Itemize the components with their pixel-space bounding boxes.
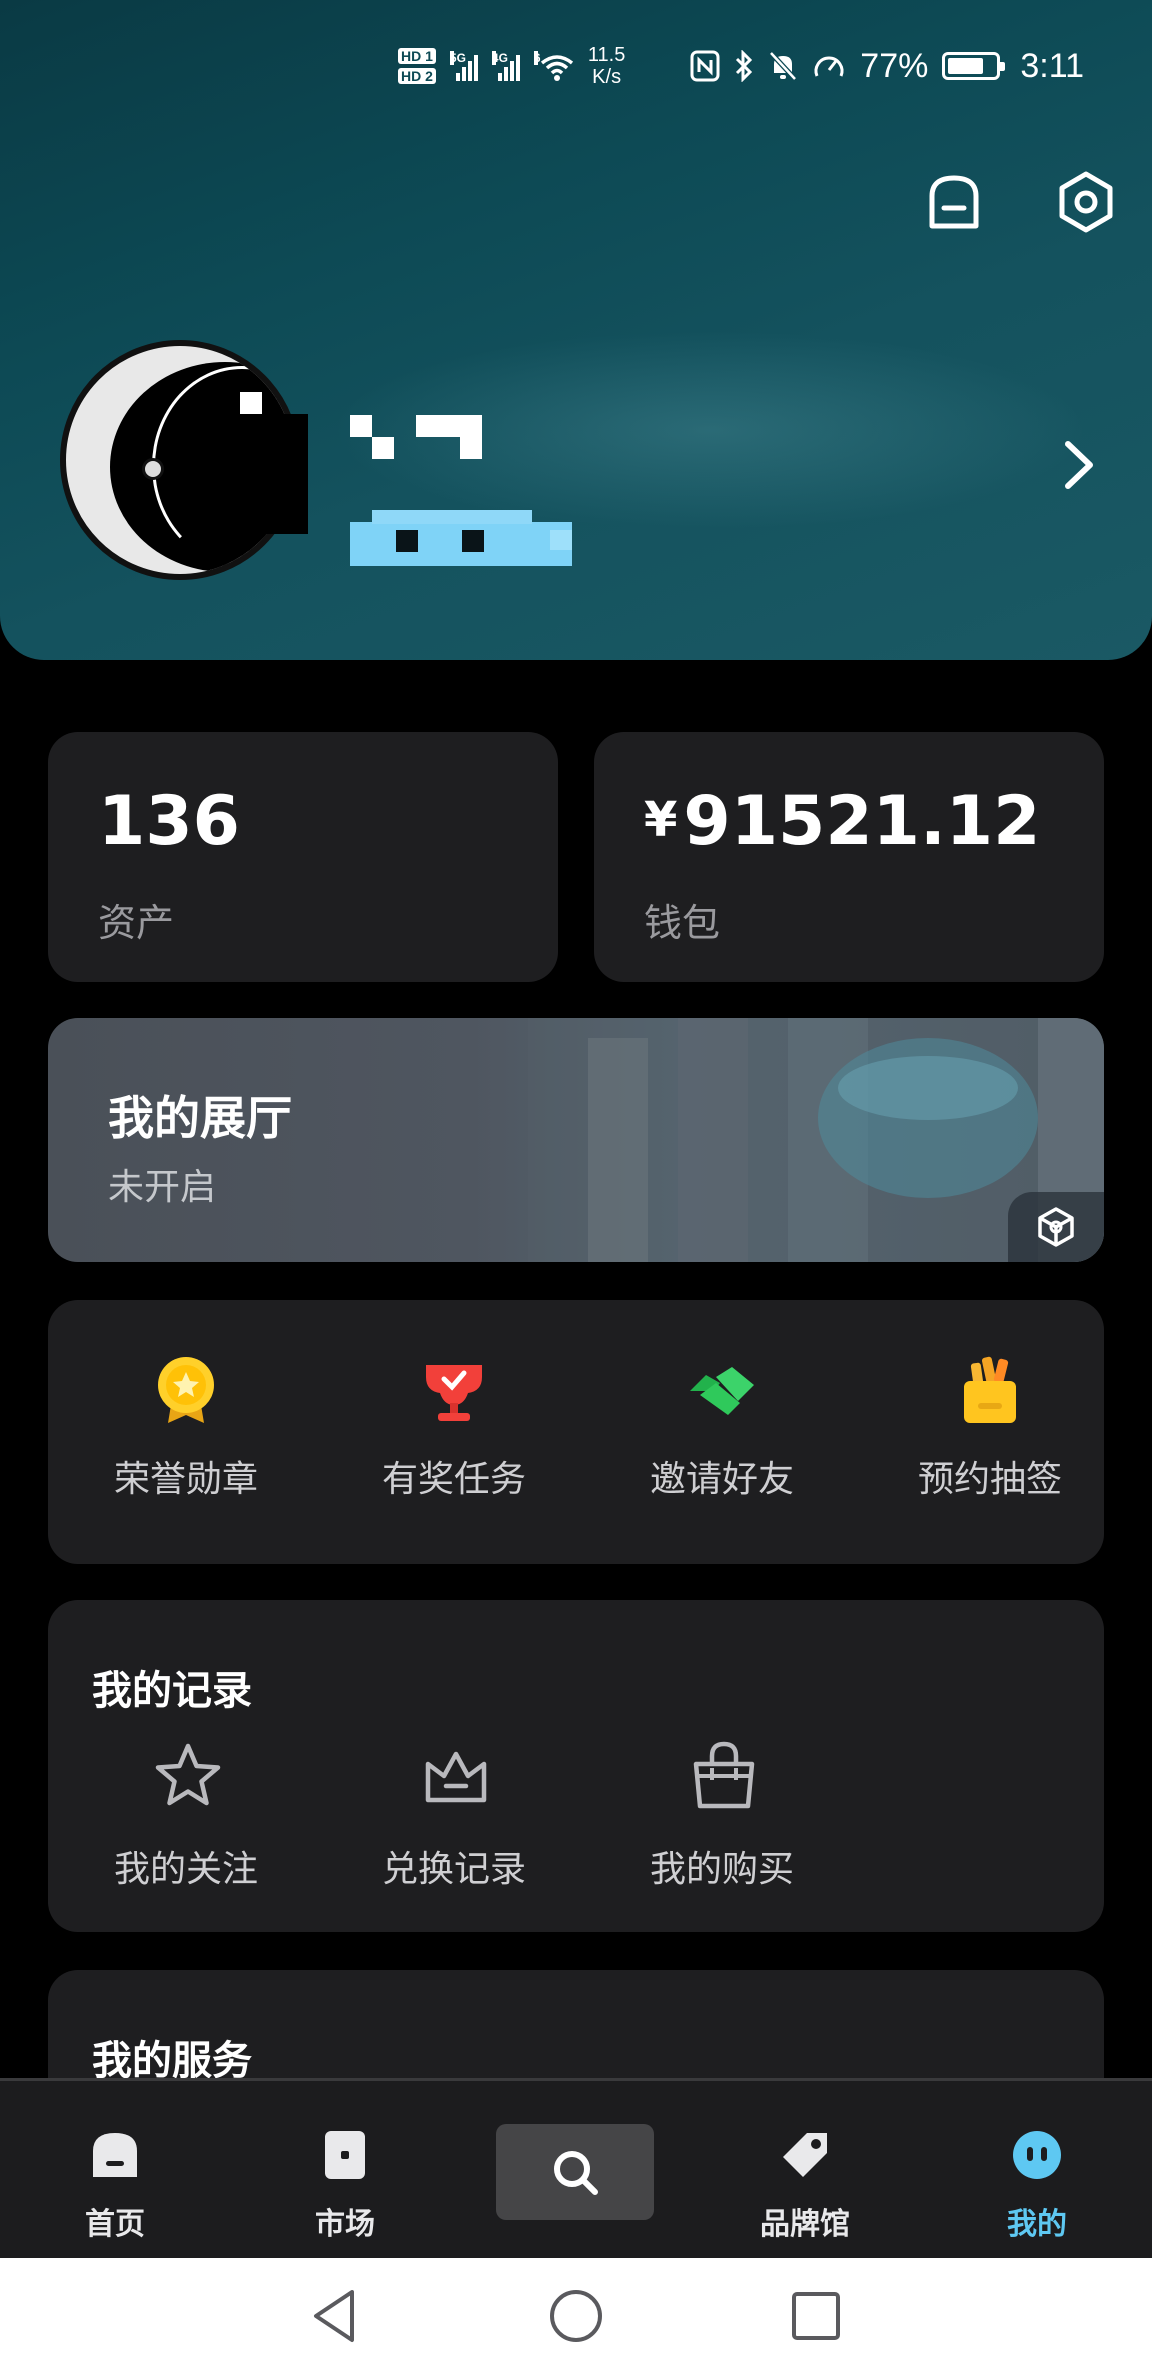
signal-5g-icon: 5G — [449, 51, 478, 81]
market-icon — [325, 2131, 365, 2179]
status-bar: HD 1 HD 2 5G 4G 6 11.5 K/s 77% 3:11 — [0, 36, 1152, 96]
gallery-status: 未开启 — [108, 1167, 217, 1208]
trophy-icon — [426, 1365, 482, 1421]
inbox-icon[interactable] — [922, 170, 986, 234]
quick-action-tasks-label: 有奖任务 — [381, 1459, 526, 1500]
quick-actions-card: 荣誉勋章 有奖任务 邀请好友 预约抽签 — [48, 1300, 1104, 1564]
wifi-icon: 6 — [533, 51, 574, 81]
username-redacted — [350, 415, 505, 465]
recents-icon[interactable] — [786, 2286, 846, 2346]
tab-market-label: 市场 — [315, 2207, 375, 2242]
shopping-bag-icon — [693, 1741, 755, 1809]
tab-home-label: 首页 — [85, 2207, 145, 2242]
quick-action-medal-label: 荣誉勋章 — [113, 1459, 258, 1500]
settings-icon[interactable] — [1054, 170, 1118, 234]
records-follow-label: 我的关注 — [113, 1849, 258, 1890]
network-speed: 11.5 K/s — [587, 44, 626, 88]
cube-icon — [1038, 1207, 1074, 1247]
quick-action-medal[interactable]: 荣誉勋章 — [76, 1300, 296, 1560]
back-icon[interactable] — [306, 2286, 366, 2346]
star-icon — [155, 1743, 221, 1806]
assets-card[interactable]: 136 资产 — [48, 732, 558, 982]
bottom-tab-bar: 首页 市场 品牌馆 我的 — [0, 2078, 1152, 2258]
hd2-badge: HD 2 — [398, 68, 436, 84]
records-exchange-label: 兑换记录 — [381, 1849, 526, 1890]
tag-icon — [783, 2133, 827, 2177]
tab-home[interactable]: 首页 — [0, 2081, 230, 2261]
mute-bell-icon — [769, 51, 798, 81]
crown-icon — [425, 1751, 487, 1803]
profile-icon — [1013, 2131, 1061, 2179]
wallet-label: 钱包 — [644, 901, 721, 945]
lottery-bag-icon — [964, 1356, 1016, 1423]
gallery-title: 我的展厅 — [108, 1091, 292, 1145]
quick-action-lottery-label: 预约抽签 — [917, 1459, 1062, 1500]
tab-profile-label: 我的 — [1007, 2207, 1067, 2242]
records-card: 我的记录 我的关注 兑换记录 我的购买 — [48, 1600, 1104, 1932]
tab-brand-hall-label: 品牌馆 — [760, 2207, 850, 2242]
quick-action-lottery[interactable]: 预约抽签 — [880, 1300, 1100, 1560]
bluetooth-icon — [736, 50, 753, 82]
handshake-icon — [690, 1367, 754, 1415]
tab-market[interactable]: 市场 — [230, 2081, 460, 2261]
assets-label: 资产 — [98, 901, 175, 945]
medal-icon — [158, 1357, 214, 1423]
tab-search[interactable] — [496, 2124, 654, 2220]
records-title: 我的记录 — [92, 1668, 252, 1714]
records-purchase-label: 我的购买 — [649, 1849, 794, 1890]
assets-value: 136 — [98, 782, 240, 861]
my-gallery-card[interactable]: 我的展厅 未开启 — [48, 1018, 1104, 1262]
nfc-icon — [690, 50, 720, 82]
records-purchase[interactable]: 我的购买 — [612, 1740, 832, 1900]
records-follow[interactable]: 我的关注 — [76, 1740, 296, 1900]
tab-profile[interactable]: 我的 — [922, 2081, 1152, 2261]
gallery-3d-button[interactable] — [1008, 1192, 1104, 1262]
quick-action-tasks[interactable]: 有奖任务 — [344, 1300, 564, 1560]
battery-percent: 77% — [860, 46, 929, 85]
battery-icon — [942, 52, 1006, 80]
search-icon — [554, 2151, 598, 2195]
system-navigation-bar — [0, 2258, 1152, 2376]
signal-4g-icon: 4G — [491, 51, 520, 81]
user-badge-redacted — [350, 510, 572, 566]
tab-brand-hall[interactable]: 品牌馆 — [690, 2081, 920, 2261]
home-circle-icon[interactable] — [546, 2286, 606, 2346]
records-exchange[interactable]: 兑换记录 — [344, 1740, 564, 1900]
wallet-card[interactable]: ¥91521.12 钱包 — [594, 732, 1104, 982]
wallet-value: ¥91521.12 — [644, 782, 1041, 861]
home-icon — [93, 2133, 137, 2177]
speedometer-icon — [814, 56, 844, 77]
clock: 3:11 — [1020, 46, 1084, 85]
hd1-badge: HD 1 — [398, 48, 436, 64]
quick-action-invite[interactable]: 邀请好友 — [612, 1300, 832, 1560]
profile-header: HD 1 HD 2 5G 4G 6 11.5 K/s 77% 3:11 — [0, 0, 1152, 660]
quick-action-invite-label: 邀请好友 — [649, 1459, 794, 1500]
chevron-right-icon[interactable] — [1060, 440, 1096, 490]
